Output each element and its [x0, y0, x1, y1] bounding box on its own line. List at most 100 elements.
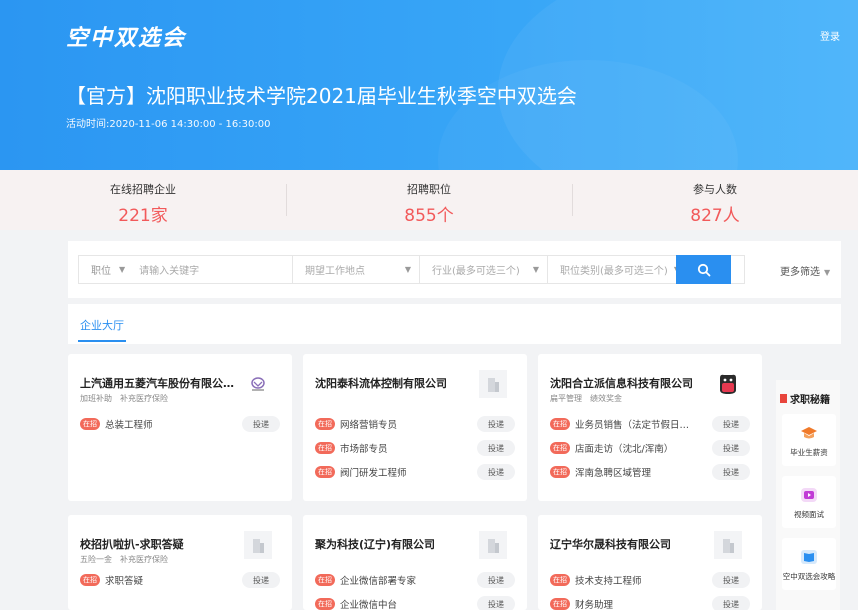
- search-icon: [697, 263, 710, 276]
- job-title[interactable]: 浑南急聘区域管理: [575, 465, 695, 479]
- job-title[interactable]: 求职答疑: [105, 573, 225, 587]
- stat-value: 221家: [118, 206, 168, 226]
- job-title[interactable]: 阀门研发工程师: [340, 465, 460, 479]
- active-tab-indicator: [78, 340, 126, 342]
- stat-companies: 在线招聘企业 221家: [0, 170, 286, 230]
- event-title: 【官方】沈阳职业技术学院2021届毕业生秋季空中双选会: [66, 84, 577, 108]
- company-tags: 扁平管理 绩效奖金: [550, 393, 630, 404]
- apply-button[interactable]: 投递: [477, 596, 515, 610]
- apply-button[interactable]: 投递: [712, 440, 750, 456]
- job-title[interactable]: 企业微信中台: [340, 597, 460, 610]
- more-filter-label: 更多筛选: [780, 267, 820, 278]
- sidebar-item-guide[interactable]: 空中双选会攻略: [782, 538, 836, 590]
- company-mascot-logo: [714, 370, 742, 398]
- bookmark-icon: [780, 394, 787, 403]
- chevron-down-icon[interactable]: ▼: [405, 265, 411, 274]
- company-card[interactable]: 辽宁华尔晟科技有限公司 在招 技术支持工程师 投递 在招 财务助理 投递: [538, 515, 762, 610]
- company-name[interactable]: 校招扒啦扒-求职答疑: [80, 536, 240, 552]
- company-name[interactable]: 上汽通用五菱汽车股份有限公司...: [80, 375, 240, 391]
- company-tag: 加班补助: [80, 394, 112, 403]
- company-card[interactable]: 上汽通用五菱汽车股份有限公司... 加班补助 补充医疗保险 在招 总装工程师 投递: [68, 354, 292, 501]
- search-button[interactable]: [676, 255, 731, 284]
- stat-label: 在线招聘企业: [110, 183, 176, 196]
- apply-button[interactable]: 投递: [477, 464, 515, 480]
- job-title[interactable]: 业务员销售（法定节假日休息...: [575, 417, 695, 431]
- search-type-select[interactable]: 职位: [91, 262, 111, 277]
- job-item[interactable]: 在招 求职答疑 投递: [80, 572, 280, 588]
- hot-badge: 在招: [550, 442, 570, 454]
- job-title[interactable]: 企业微信部署专家: [340, 573, 460, 587]
- stat-value: 827人: [690, 206, 740, 226]
- apply-button[interactable]: 投递: [477, 416, 515, 432]
- company-name[interactable]: 辽宁华尔晟科技有限公司: [550, 536, 710, 552]
- more-filter-button[interactable]: 更多筛选 ▼: [780, 263, 830, 278]
- company-name[interactable]: 沈阳合立派信息科技有限公司: [550, 375, 710, 391]
- category-placeholder: 职位类别(最多可选三个): [560, 266, 668, 277]
- job-item[interactable]: 在招 阀门研发工程师 投递: [315, 464, 515, 480]
- hot-badge: 在招: [80, 574, 100, 586]
- hot-badge: 在招: [550, 598, 570, 610]
- job-title[interactable]: 财务助理: [575, 597, 695, 610]
- stat-label: 招聘职位: [407, 183, 451, 196]
- keyword-input[interactable]: 请输入关键字: [139, 262, 199, 277]
- book-icon: [801, 550, 817, 564]
- hot-badge: 在招: [550, 574, 570, 586]
- industry-select[interactable]: 行业(最多可选三个) ▼: [419, 255, 548, 284]
- job-title[interactable]: 市场部专员: [340, 441, 460, 455]
- job-title[interactable]: 网络营销专员: [340, 417, 460, 431]
- job-item[interactable]: 在招 企业微信部署专家 投递: [315, 572, 515, 588]
- location-select[interactable]: 期望工作地点 ▼: [292, 255, 420, 284]
- company-card[interactable]: 校招扒啦扒-求职答疑 五险一金 补充医疗保险 在招 求职答疑 投递: [68, 515, 292, 610]
- site-logo[interactable]: 空中双选会: [66, 20, 186, 52]
- company-tag: 扁平管理: [550, 394, 582, 403]
- apply-button[interactable]: 投递: [242, 572, 280, 588]
- company-name[interactable]: 聚为科技(辽宁)有限公司: [315, 536, 475, 552]
- sidebar-item-label: 视频面试: [794, 510, 824, 519]
- tab-company-hall[interactable]: 企业大厅: [80, 317, 124, 333]
- apply-button[interactable]: 投递: [712, 416, 750, 432]
- apply-button[interactable]: 投递: [477, 572, 515, 588]
- apply-button[interactable]: 投递: [477, 440, 515, 456]
- job-item[interactable]: 在招 店面走访（沈北/浑南） 投递: [550, 440, 750, 456]
- apply-button[interactable]: 投递: [242, 416, 280, 432]
- company-name[interactable]: 沈阳泰科流体控制有限公司: [315, 375, 475, 391]
- company-card[interactable]: 聚为科技(辽宁)有限公司 在招 企业微信部署专家 投递 在招 企业微信中台 投递: [303, 515, 527, 610]
- stat-participants: 参与人数 827人: [572, 170, 858, 230]
- apply-button[interactable]: 投递: [712, 464, 750, 480]
- apply-button[interactable]: 投递: [712, 572, 750, 588]
- login-link[interactable]: 登录: [820, 28, 840, 43]
- company-tag: 补充医疗保险: [120, 394, 168, 403]
- job-title[interactable]: 总装工程师: [105, 417, 225, 431]
- sidebar-item-video-interview[interactable]: 视频面试: [782, 476, 836, 528]
- hot-badge: 在招: [80, 418, 100, 430]
- apply-button[interactable]: 投递: [712, 596, 750, 610]
- keyword-search-group[interactable]: 职位 ▼ 请输入关键字: [78, 255, 293, 284]
- hot-badge: 在招: [315, 418, 335, 430]
- job-item[interactable]: 在招 企业微信中台 投递: [315, 596, 515, 610]
- sidebar-item-salary[interactable]: 毕业生薪资: [782, 414, 836, 466]
- chevron-down-icon: ▼: [824, 268, 831, 277]
- job-title[interactable]: 技术支持工程师: [575, 573, 695, 587]
- sidebar-item-label: 空中双选会攻略: [782, 572, 836, 581]
- job-item[interactable]: 在招 浑南急聘区域管理 投递: [550, 464, 750, 480]
- job-item[interactable]: 在招 网络营销专员 投递: [315, 416, 515, 432]
- building-icon: [714, 531, 742, 559]
- search-panel: 职位 ▼ 请输入关键字 期望工作地点 ▼ 行业(最多可选三个) ▼ 职位类别(最…: [68, 241, 841, 298]
- job-title[interactable]: 店面走访（沈北/浑南）: [575, 441, 695, 455]
- job-item[interactable]: 在招 业务员销售（法定节假日休息... 投递: [550, 416, 750, 432]
- video-icon: [801, 488, 817, 502]
- stat-value: 855个: [404, 206, 454, 226]
- job-item[interactable]: 在招 总装工程师 投递: [80, 416, 280, 432]
- industry-placeholder: 行业(最多可选三个): [432, 266, 520, 277]
- chevron-down-icon[interactable]: ▼: [119, 265, 125, 274]
- job-item[interactable]: 在招 财务助理 投递: [550, 596, 750, 610]
- company-card[interactable]: 沈阳泰科流体控制有限公司 在招 网络营销专员 投递 在招 市场部专员 投递 在招…: [303, 354, 527, 501]
- job-item[interactable]: 在招 市场部专员 投递: [315, 440, 515, 456]
- wuling-logo: [244, 370, 272, 398]
- chevron-down-icon[interactable]: ▼: [533, 265, 539, 274]
- company-tags: 五险一金 补充医疗保险: [80, 554, 176, 565]
- company-tag: 五险一金: [80, 555, 112, 564]
- sidebar-title-text: 求职秘籍: [790, 395, 830, 406]
- company-card[interactable]: 沈阳合立派信息科技有限公司 扁平管理 绩效奖金 在招 业务员销售（法定节假日休息.…: [538, 354, 762, 501]
- job-item[interactable]: 在招 技术支持工程师 投递: [550, 572, 750, 588]
